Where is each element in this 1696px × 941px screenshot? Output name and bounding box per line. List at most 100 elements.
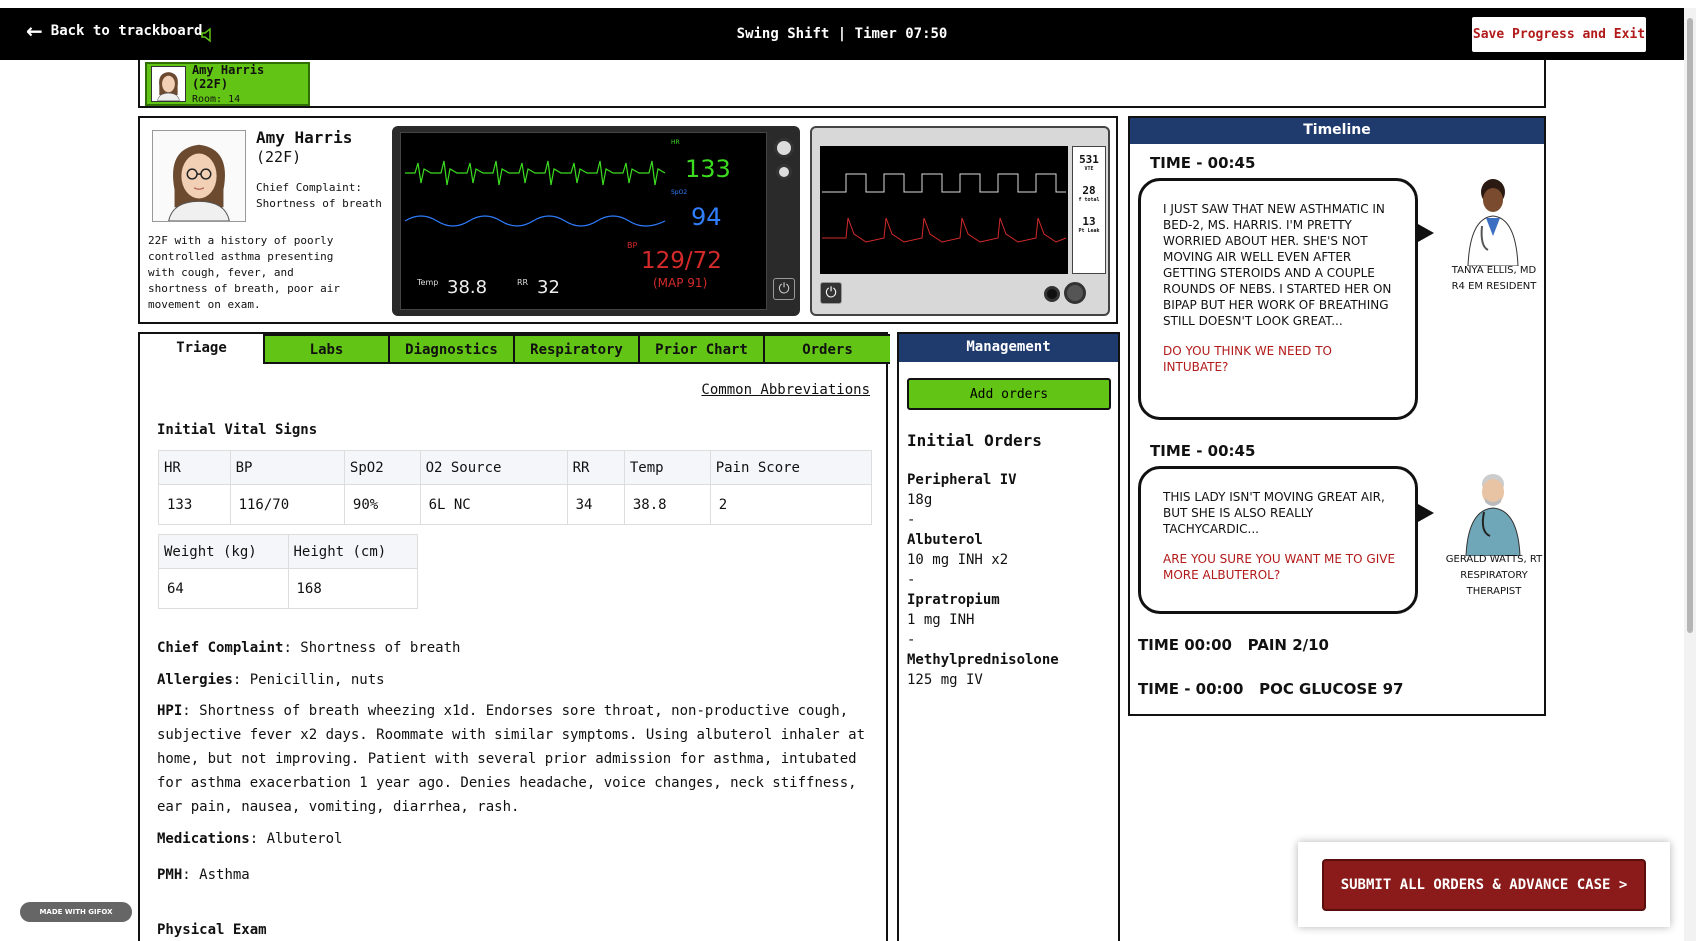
cc-label: Chief Complaint:	[256, 181, 362, 194]
rate-value: 28	[1082, 184, 1096, 197]
tab-orders[interactable]: Orders	[765, 334, 890, 364]
weight-value: 64	[158, 568, 289, 609]
vitals-pain: 2	[709, 484, 873, 525]
rate-label: f total	[1078, 197, 1100, 203]
shift-timer: Swing Shift | Timer 07:50	[736, 26, 948, 42]
common-abbreviations-link[interactable]: Common Abbreviations	[701, 382, 870, 398]
order-detail: 125 mg IV	[907, 672, 983, 688]
ventilator-knob-1[interactable]	[1044, 286, 1060, 302]
bp-label: BP	[627, 241, 637, 250]
vitals-header-row: HR BP SpO2 O2 Source RR Temp Pain Score	[158, 450, 873, 485]
management-title: Management	[899, 334, 1118, 362]
vitals-header-spo2: SpO2	[343, 450, 421, 485]
monitor-screen: HR 133 SpO2 94 BP 129/72 (MAP 91) Temp 3…	[400, 132, 767, 310]
speech-bubble-resident: I just saw that new asthmatic in bed-2, …	[1138, 178, 1418, 420]
order-detail: 10 mg INH x2	[907, 552, 1009, 568]
monitor-knob-2[interactable]	[776, 164, 792, 180]
vitals-bp: 116/70	[229, 484, 345, 525]
order-separator: -	[907, 572, 916, 588]
speech-tail	[1418, 224, 1434, 242]
patient-tab-amy-harris[interactable]: Amy Harris (22F) Room: 14	[145, 62, 310, 106]
rr-label: RR	[517, 278, 529, 287]
bubble-question: Do you think we need to intubate?	[1163, 344, 1333, 374]
patient-history: 22F with a history of poorly controlled …	[148, 234, 341, 311]
vitals-header-pain: Pain Score	[709, 450, 873, 485]
order-name: Ipratropium	[907, 592, 1000, 608]
speech-bubble-rt: This lady isn't moving great air, but sh…	[1138, 466, 1418, 614]
speech-tail	[1418, 504, 1434, 522]
save-progress-button[interactable]: Save Progress and Exit	[1472, 17, 1646, 52]
therapist-name: Gerald Watts, RT Respiratory Therapist	[1445, 554, 1543, 597]
monitor-power-icon[interactable]: ⏻	[773, 278, 795, 300]
weight-header: Weight (kg)	[158, 534, 289, 569]
spo2-value: 94	[691, 203, 722, 231]
bubble-text: I just saw that new asthmatic in bed-2, …	[1163, 202, 1392, 328]
bubble-question: Are you sure you want me to give more al…	[1163, 552, 1396, 582]
ventilator-screen	[820, 146, 1068, 274]
patient-tab-name: Amy Harris (22F)	[191, 63, 265, 91]
tab-triage[interactable]: Triage	[140, 334, 265, 364]
spo2-label: SpO2	[671, 189, 687, 196]
patient-thumbnail-avatar	[151, 66, 186, 102]
ventilator-power-icon[interactable]: ⏻	[820, 282, 842, 304]
bp-value: 129/72	[641, 248, 722, 274]
tab-respiratory[interactable]: Respiratory	[515, 334, 640, 364]
page-scrollbar[interactable]	[1684, 8, 1696, 941]
chief-complaint-summary: Chief Complaint: Shortness of breath	[256, 180, 382, 212]
vte-label: VTE	[1084, 166, 1094, 172]
chief-complaint-value: : Shortness of breath	[283, 640, 461, 656]
order-detail: 18g	[907, 492, 933, 508]
timeline-pain-entry: TIME 00:00 PAIN 2/10	[1138, 636, 1329, 654]
medications-line: Medications: Albuterol	[157, 831, 342, 847]
tab-prior-chart[interactable]: Prior Chart	[640, 334, 765, 364]
gifox-watermark: MADE WITH GIFOX	[20, 902, 132, 922]
ventilator-knob-2[interactable]	[1064, 282, 1086, 304]
monitor-controls: ⏻	[770, 132, 800, 310]
order-separator: -	[907, 512, 916, 528]
triage-panel: Triage Labs Diagnostics Respiratory Prio…	[138, 332, 890, 941]
bubble-text: This lady isn't moving great air, but sh…	[1163, 490, 1385, 536]
allergies-value: : Penicillin, nuts	[232, 672, 385, 688]
patient-age: (22F)	[256, 148, 302, 166]
vitals-o2-source: 6L NC	[419, 484, 568, 525]
height-value: 168	[287, 568, 418, 609]
hpi-label: HPI	[157, 703, 183, 719]
monitor-waveforms: HR 133 SpO2 94 BP 129/72 (MAP 91) Temp 3…	[404, 139, 731, 298]
submit-orders-button[interactable]: SUBMIT ALL ORDERS & ADVANCE CASE >	[1322, 859, 1646, 911]
rr-value: 32	[537, 277, 560, 298]
submit-container: SUBMIT ALL ORDERS & ADVANCE CASE >	[1298, 842, 1670, 927]
order-name: Methylprednisolone	[907, 652, 1059, 668]
initial-vitals-title: Initial Vital Signs	[157, 422, 318, 438]
vte-value: 531	[1079, 153, 1099, 166]
vitals-spo2: 90%	[343, 484, 421, 525]
timeline-event-time: TIME - 00:45	[1150, 442, 1256, 460]
scrollbar-thumb[interactable]	[1687, 18, 1693, 633]
tab-bar: Triage Labs Diagnostics Respiratory Prio…	[140, 334, 890, 364]
allergies-label: Allergies	[157, 672, 233, 688]
patient-info-panel: Amy Harris (22F) Chief Complaint: Shortn…	[138, 116, 1118, 324]
timeline-event-time: TIME - 00:45	[1150, 154, 1256, 172]
peep-value: 13	[1082, 215, 1096, 228]
hr-label: HR	[671, 139, 680, 146]
patient-portrait	[152, 130, 246, 222]
order-detail: 1 mg INH	[907, 612, 975, 628]
vitals-rr: 34	[566, 484, 625, 525]
vitals-temp: 38.8	[623, 484, 711, 525]
tab-diagnostics[interactable]: Diagnostics	[390, 334, 515, 364]
vitals-hr: 133	[158, 484, 231, 525]
add-orders-button[interactable]: Add orders	[907, 378, 1111, 410]
vitals-monitor: HR 133 SpO2 94 BP 129/72 (MAP 91) Temp 3…	[392, 126, 800, 316]
pmh-value: : Asthma	[182, 867, 250, 883]
temp-value: 38.8	[447, 277, 487, 298]
monitor-knob-1[interactable]	[774, 138, 794, 158]
medications-label: Medications	[157, 831, 250, 847]
vitals-value-row: 133 116/70 90% 6L NC 34 38.8 2	[158, 484, 873, 525]
patient-tab-room: Room: 14	[191, 94, 241, 105]
tab-labs[interactable]: Labs	[265, 334, 390, 364]
vitals-header-rr: RR	[566, 450, 625, 485]
resident-name: Tanya Ellis, MD R4 EM Resident	[1451, 265, 1537, 292]
cc-value: Shortness of breath	[256, 197, 382, 210]
vitals-header-temp: Temp	[623, 450, 711, 485]
hpi-value: : Shortness of breath wheezing x1d. Endo…	[157, 703, 866, 815]
pmh-line: PMH: Asthma	[157, 867, 250, 883]
